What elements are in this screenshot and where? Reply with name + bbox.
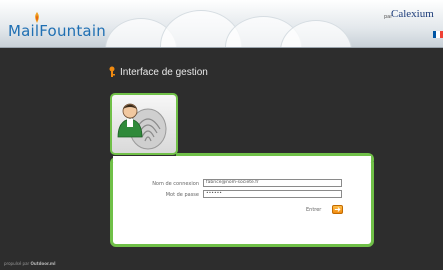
- enter-label[interactable]: Entrer: [306, 207, 321, 213]
- language-flag-icon[interactable]: [433, 31, 443, 38]
- login-panel: [110, 157, 374, 247]
- password-label: Mot de passe: [165, 192, 199, 198]
- enter-button[interactable]: [332, 205, 343, 214]
- page-title-row: Interface de gestion: [107, 65, 208, 79]
- logo-text[interactable]: MailFountain: [8, 22, 106, 40]
- key-icon: [109, 66, 115, 77]
- user-fingerprint-icon: [117, 103, 167, 150]
- footer-name[interactable]: Outdoor.ml: [30, 261, 55, 266]
- header-banner: MailFountain par Calexium: [0, 0, 443, 48]
- avatar: [110, 93, 178, 155]
- footer-prefix: propulsé par: [4, 261, 30, 266]
- arrow-right-icon: [334, 207, 341, 212]
- brand-name[interactable]: Calexium: [391, 8, 434, 20]
- page-title: Interface de gestion: [120, 66, 208, 78]
- footer-credit[interactable]: propulsé par Outdoor.ml: [4, 261, 55, 266]
- password-input[interactable]: ••••••: [203, 190, 342, 198]
- panel-frame-fill: [113, 156, 371, 162]
- username-input[interactable]: fabrice@nom-societe.fr: [203, 179, 342, 187]
- username-label: Nom de connexion: [152, 181, 199, 187]
